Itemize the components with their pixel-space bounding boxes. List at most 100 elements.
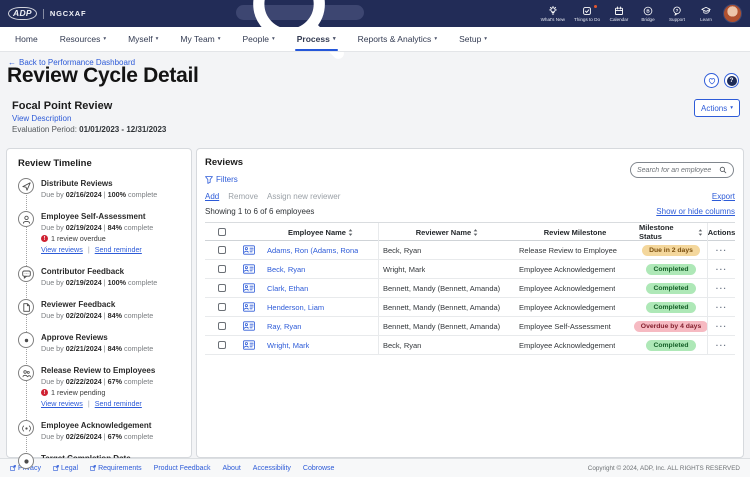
evaluation-period-label: Evaluation Period: — [12, 125, 77, 134]
legal-link[interactable]: Legal — [53, 465, 78, 472]
employee-name-link[interactable]: Adams, Ron (Adams, Rona — [267, 246, 358, 255]
send-icon — [18, 178, 34, 194]
review-milestone: Employee Self-Assessment — [519, 322, 611, 331]
employee-card-icon[interactable] — [243, 321, 255, 331]
remove-button[interactable]: Remove — [228, 192, 258, 201]
row-actions-menu[interactable]: ··· — [716, 340, 728, 350]
user-avatar[interactable] — [723, 4, 742, 23]
things-to-do-button[interactable]: Things to Do — [574, 6, 600, 22]
sort-icon[interactable] — [698, 229, 703, 236]
calendar-button[interactable]: Calendar — [609, 6, 629, 22]
sort-icon[interactable] — [348, 229, 353, 236]
col-reviewer-name[interactable]: Reviewer Name — [416, 228, 471, 237]
reviews-panel: Reviews Filters Add Remove Assign new re… — [196, 148, 744, 458]
employee-search[interactable] — [630, 162, 734, 178]
add-button[interactable]: Add — [205, 192, 219, 201]
row-checkbox[interactable] — [218, 265, 226, 273]
row-checkbox[interactable] — [218, 303, 226, 311]
cycle-name: Focal Point Review — [12, 100, 112, 112]
main-navigation: Home Resources▾ Myself▾ My Team▾ People▾… — [0, 27, 750, 52]
timeline-list: Distribute Reviews Due by 02/16/2024 | 1… — [18, 178, 180, 474]
col-milestone-status[interactable]: Milestone Status — [639, 223, 696, 241]
employee-search-input[interactable] — [637, 167, 716, 174]
favorite-button[interactable] — [704, 73, 719, 88]
row-actions-menu[interactable]: ··· — [716, 264, 728, 274]
row-actions-menu[interactable]: ··· — [716, 321, 728, 331]
support-button[interactable]: ? Support — [667, 6, 687, 22]
timeline-item-reviewer-feedback: Reviewer Feedback Due by 02/20/2024 | 84… — [18, 299, 180, 320]
employee-card-icon[interactable] — [243, 340, 255, 350]
send-reminder-link[interactable]: Send reminder — [95, 245, 142, 254]
nav-item-setup[interactable]: Setup▾ — [448, 27, 498, 51]
global-search[interactable] — [236, 5, 364, 20]
chevron-down-icon: ▾ — [218, 36, 221, 42]
employee-name-link[interactable]: Beck, Ryan — [267, 265, 305, 274]
timeline-item-meta: Due by 02/26/2024 | 67% complete — [41, 432, 153, 441]
view-reviews-link[interactable]: View reviews — [41, 245, 83, 254]
bridge-button[interactable]: B Bridge — [638, 6, 658, 22]
timeline-title: Review Timeline — [18, 158, 180, 169]
employee-name-link[interactable]: Wright, Mark — [267, 341, 309, 350]
product-feedback-link[interactable]: Product Feedback — [154, 465, 211, 472]
row-actions-menu[interactable]: ··· — [716, 283, 728, 293]
things-to-do-label: Things to Do — [574, 17, 600, 22]
employee-name-link[interactable]: Clark, Ethan — [267, 284, 308, 293]
whats-new-button[interactable]: What's New — [541, 6, 565, 22]
nav-item-people[interactable]: People▾ — [232, 27, 286, 51]
timeline-item-meta: Due by 02/16/2024 | 100% complete — [41, 190, 157, 199]
requirements-link[interactable]: Requirements — [90, 465, 142, 472]
accessibility-link[interactable]: Accessibility — [253, 465, 291, 472]
timeline-item-release-review: Release Review to Employees Due by 02/22… — [18, 365, 180, 408]
employee-card-icon[interactable] — [243, 245, 255, 255]
employee-card-icon[interactable] — [243, 283, 255, 293]
nav-item-my-team[interactable]: My Team▾ — [169, 27, 231, 51]
view-description-link[interactable]: View Description — [12, 114, 71, 123]
cobrowse-link[interactable]: Cobrowse — [303, 465, 335, 472]
select-all-checkbox[interactable] — [218, 228, 226, 236]
review-milestone: Employee Acknowledgement — [519, 265, 615, 274]
employee-card-cell — [239, 317, 263, 335]
send-reminder-link[interactable]: Send reminder — [95, 399, 142, 408]
row-actions-menu[interactable]: ··· — [716, 245, 728, 255]
calendar-label: Calendar — [610, 17, 629, 22]
export-link[interactable]: Export — [712, 192, 735, 201]
help-button[interactable]: ? — [724, 73, 739, 88]
show-hide-columns-link[interactable]: Show or hide columns — [656, 207, 735, 216]
row-checkbox[interactable] — [218, 341, 226, 349]
nav-item-reports-analytics[interactable]: Reports & Analytics▾ — [347, 27, 448, 51]
employee-name-link[interactable]: Henderson, Liam — [267, 303, 324, 312]
table-row: Beck, Ryan Wright, Mark Employee Acknowl… — [205, 260, 735, 279]
nav-label: Resources — [60, 34, 101, 44]
row-actions-menu[interactable]: ··· — [716, 302, 728, 312]
view-reviews-link[interactable]: View reviews — [41, 399, 83, 408]
sort-icon[interactable] — [473, 229, 478, 236]
nav-item-home[interactable]: Home — [4, 27, 49, 51]
nav-item-myself[interactable]: Myself▾ — [117, 27, 169, 51]
overdue-alert: !1 review overdue — [41, 234, 153, 243]
row-checkbox[interactable] — [218, 284, 226, 292]
col-employee-name[interactable]: Employee Name — [288, 228, 346, 237]
notification-dot — [594, 5, 598, 9]
assign-new-reviewer-button[interactable]: Assign new reviewer — [267, 192, 340, 201]
status-badge: Completed — [646, 340, 695, 351]
timeline-item-title: Reviewer Feedback — [41, 300, 153, 309]
about-link[interactable]: About — [222, 465, 240, 472]
employee-name-link[interactable]: Ray, Ryan — [267, 322, 301, 331]
learn-button[interactable]: Learn — [696, 6, 716, 22]
row-checkbox[interactable] — [218, 322, 226, 330]
actions-button[interactable]: Actions ▾ — [694, 99, 740, 117]
nav-item-process[interactable]: Process▾ — [286, 27, 347, 51]
employee-card-icon[interactable] — [243, 302, 255, 312]
tasks-check-icon — [582, 6, 592, 16]
timeline-item-meta: Due by 02/21/2024 | 84% complete — [41, 344, 153, 353]
employee-card-icon[interactable] — [243, 264, 255, 274]
employee-card-cell — [239, 298, 263, 316]
timeline-item-title: Distribute Reviews — [41, 179, 157, 188]
top-bar: ADP NGCXAF What's New Things to Do Calen… — [0, 0, 750, 27]
timeline-item-contributor-feedback: Contributor Feedback Due by 02/19/2024 |… — [18, 266, 180, 287]
nav-item-resources[interactable]: Resources▾ — [49, 27, 117, 51]
actions-button-label: Actions — [701, 104, 727, 113]
row-checkbox[interactable] — [218, 246, 226, 254]
external-link-icon — [53, 465, 59, 471]
reviewer-name: Bennett, Mandy (Bennett, Amanda) — [383, 322, 500, 331]
